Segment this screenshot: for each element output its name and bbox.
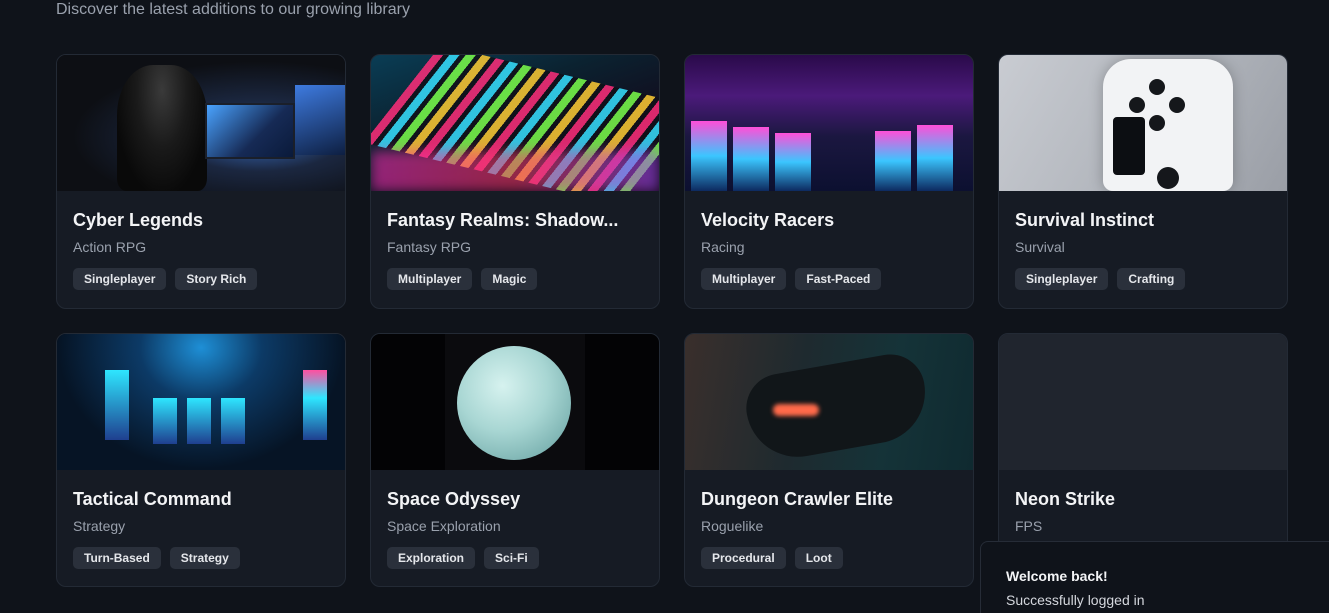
- game-genre: FPS: [1015, 518, 1043, 534]
- toast-title: Welcome back!: [1006, 568, 1108, 584]
- game-thumbnail[interactable]: [57, 334, 345, 470]
- game-card[interactable]: Fantasy Realms: Shadow... Fantasy RPG Mu…: [370, 54, 660, 309]
- game-thumbnail[interactable]: [371, 334, 659, 470]
- game-card[interactable]: Tactical Command Strategy Turn-Based Str…: [56, 333, 346, 587]
- game-thumbnail[interactable]: [57, 55, 345, 191]
- game-title[interactable]: Neon Strike: [1015, 488, 1271, 510]
- game-genre: Space Exploration: [387, 518, 501, 534]
- game-tag: Crafting: [1117, 268, 1186, 290]
- game-genre: Survival: [1015, 239, 1065, 255]
- game-tag: Multiplayer: [387, 268, 473, 290]
- game-thumbnail[interactable]: [999, 55, 1287, 191]
- game-card[interactable]: Survival Instinct Survival Singleplayer …: [998, 54, 1288, 309]
- tag-list: Multiplayer Magic: [387, 268, 643, 290]
- tag-list: Turn-Based Strategy: [73, 547, 329, 569]
- game-tag: Magic: [481, 268, 538, 290]
- game-thumbnail[interactable]: [685, 55, 973, 191]
- game-tag: Strategy: [169, 547, 240, 569]
- game-tag: Multiplayer: [701, 268, 787, 290]
- login-toast[interactable]: Welcome back! Successfully logged in: [980, 541, 1329, 613]
- game-tag: Singleplayer: [1015, 268, 1109, 290]
- game-card[interactable]: Space Odyssey Space Exploration Explorat…: [370, 333, 660, 587]
- game-genre: Racing: [701, 239, 745, 255]
- game-tag: Fast-Paced: [795, 268, 882, 290]
- tag-list: Multiplayer Fast-Paced: [701, 268, 957, 290]
- game-title[interactable]: Survival Instinct: [1015, 209, 1271, 231]
- tag-list: Procedural Loot: [701, 547, 957, 569]
- game-tag: Sci-Fi: [484, 547, 539, 569]
- game-tag: Exploration: [387, 547, 476, 569]
- game-tag: Turn-Based: [73, 547, 161, 569]
- tag-list: Singleplayer Crafting: [1015, 268, 1271, 290]
- game-grid: Cyber Legends Action RPG Singleplayer St…: [56, 54, 1288, 587]
- game-card[interactable]: Dungeon Crawler Elite Roguelike Procedur…: [684, 333, 974, 587]
- game-tag: Story Rich: [175, 268, 258, 290]
- tag-list: Singleplayer Story Rich: [73, 268, 329, 290]
- game-genre: Roguelike: [701, 518, 764, 534]
- game-title[interactable]: Dungeon Crawler Elite: [701, 488, 957, 510]
- game-title[interactable]: Tactical Command: [73, 488, 329, 510]
- game-title[interactable]: Velocity Racers: [701, 209, 957, 231]
- game-card[interactable]: Cyber Legends Action RPG Singleplayer St…: [56, 54, 346, 309]
- game-genre: Action RPG: [73, 239, 147, 255]
- game-card[interactable]: Velocity Racers Racing Multiplayer Fast-…: [684, 54, 974, 309]
- game-tag: Procedural: [701, 547, 786, 569]
- game-tag: Singleplayer: [73, 268, 167, 290]
- game-tag: Loot: [794, 547, 843, 569]
- game-title[interactable]: Space Odyssey: [387, 488, 643, 510]
- game-title[interactable]: Cyber Legends: [73, 209, 329, 231]
- game-thumbnail[interactable]: [371, 55, 659, 191]
- game-thumbnail[interactable]: [999, 334, 1287, 470]
- toast-message: Successfully logged in: [1006, 592, 1145, 608]
- game-genre: Strategy: [73, 518, 126, 534]
- game-genre: Fantasy RPG: [387, 239, 472, 255]
- game-title[interactable]: Fantasy Realms: Shadow...: [387, 209, 643, 231]
- tag-list: Exploration Sci-Fi: [387, 547, 643, 569]
- library-subtitle: Discover the latest additions to our gro…: [56, 1, 410, 18]
- game-thumbnail[interactable]: [685, 334, 973, 470]
